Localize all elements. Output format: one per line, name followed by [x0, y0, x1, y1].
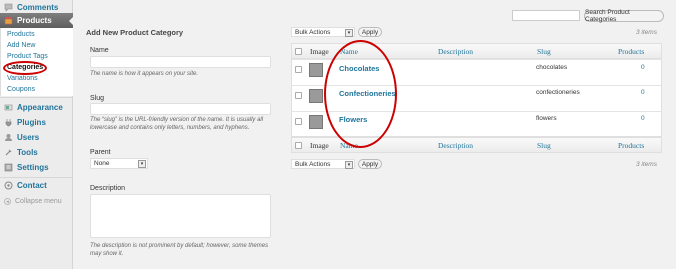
collapse-menu[interactable]: ◂ Collapse menu	[4, 198, 62, 205]
footer-column-slug[interactable]: Slug	[537, 141, 551, 150]
column-slug[interactable]: Slug	[537, 47, 551, 56]
category-thumbnail	[309, 115, 323, 129]
name-input[interactable]	[90, 56, 271, 68]
row-checkbox[interactable]	[295, 92, 302, 99]
appearance-icon	[4, 103, 13, 112]
menu-appearance-label: Appearance	[17, 103, 63, 112]
menu-tools[interactable]: Tools	[0, 145, 73, 160]
parent-select-value: None	[94, 160, 110, 167]
column-products[interactable]: Products	[618, 47, 644, 56]
search-categories-button[interactable]: Search Product Categories	[584, 9, 664, 23]
slug-label: Slug	[90, 95, 105, 102]
annotation-circle-names	[324, 40, 397, 148]
category-slug: chocolates	[536, 64, 568, 71]
category-thumbnail	[309, 63, 323, 77]
select-all-checkbox[interactable]	[295, 48, 302, 55]
menu-contact[interactable]: Contact	[0, 178, 73, 193]
bulk-actions-value-top: Bulk Actions	[295, 28, 331, 36]
select-all-checkbox-footer[interactable]	[295, 142, 302, 149]
bulk-actions-select-top[interactable]: Bulk Actions ▾	[291, 27, 355, 37]
submenu-variations[interactable]: Variations	[7, 75, 38, 82]
apply-button-top[interactable]: Apply	[358, 27, 382, 37]
chevron-down-icon: ▾	[345, 161, 353, 169]
comments-icon	[4, 3, 13, 12]
menu-settings-label: Settings	[17, 163, 49, 172]
description-label: Description	[90, 185, 126, 192]
menu-users[interactable]: Users	[0, 130, 73, 145]
category-thumbnail	[309, 89, 323, 103]
search-input[interactable]	[512, 10, 580, 21]
name-label: Name	[90, 47, 109, 54]
menu-users-label: Users	[17, 133, 40, 142]
collapse-arrow-icon: ◂	[4, 198, 11, 205]
chevron-down-icon: ▾	[345, 29, 353, 37]
category-slug: confectioneries	[536, 89, 580, 96]
plugins-icon	[4, 118, 13, 127]
add-category-heading: Add New Product Category	[86, 28, 184, 37]
users-icon	[4, 133, 13, 142]
menu-tools-label: Tools	[17, 148, 38, 157]
category-count[interactable]: 0	[641, 64, 645, 71]
description-help: The description is not prominent by defa…	[90, 243, 269, 257]
column-description[interactable]: Description	[438, 47, 473, 56]
annotation-circle-categories	[3, 61, 47, 75]
menu-products-label: Products	[17, 16, 52, 25]
bulk-actions-value-bottom: Bulk Actions	[295, 160, 331, 168]
slug-description: The “slug” is the URL-friendly version o…	[90, 117, 264, 131]
items-count-top: 3 items	[636, 29, 657, 36]
name-description: The name is how it appears on your site.	[90, 71, 199, 77]
footer-column-description[interactable]: Description	[438, 141, 473, 150]
menu-plugins[interactable]: Plugins	[0, 115, 73, 130]
contact-icon	[4, 181, 13, 190]
submenu-add-new[interactable]: Add New	[7, 42, 35, 49]
apply-button-bottom[interactable]: Apply	[358, 159, 382, 169]
chevron-down-icon: ▾	[138, 160, 146, 168]
items-count-bottom: 3 items	[636, 161, 657, 168]
bulk-actions-select-bottom[interactable]: Bulk Actions ▾	[291, 159, 355, 169]
menu-comments-label: Comments	[17, 3, 59, 12]
footer-column-image: Image	[310, 141, 329, 150]
category-slug: flowers	[536, 115, 557, 122]
category-count[interactable]: 0	[641, 115, 645, 122]
description-textarea[interactable]	[90, 194, 271, 238]
row-checkbox[interactable]	[295, 118, 302, 125]
menu-plugins-label: Plugins	[17, 118, 46, 127]
submenu-coupons[interactable]: Coupons	[7, 86, 35, 93]
footer-column-products[interactable]: Products	[618, 141, 644, 150]
menu-settings[interactable]: Settings	[0, 160, 73, 175]
submenu-product-tags[interactable]: Product Tags	[7, 53, 48, 60]
menu-separator	[0, 97, 73, 98]
column-image: Image	[310, 47, 329, 56]
menu-products[interactable]: Products	[0, 13, 74, 28]
parent-select[interactable]: None ▾	[90, 158, 148, 169]
tools-icon	[4, 148, 13, 157]
parent-label: Parent	[90, 149, 111, 156]
current-menu-arrow	[69, 16, 74, 26]
collapse-menu-label: Collapse menu	[15, 198, 62, 205]
slug-input[interactable]	[90, 103, 271, 115]
menu-contact-label: Contact	[17, 181, 47, 190]
products-icon	[4, 16, 13, 25]
category-count[interactable]: 0	[641, 89, 645, 96]
submenu-products[interactable]: Products	[7, 31, 35, 38]
menu-appearance[interactable]: Appearance	[0, 100, 73, 115]
settings-icon	[4, 163, 13, 172]
row-checkbox[interactable]	[295, 66, 302, 73]
admin-sidebar: Comments Products Products Add New Produ…	[0, 0, 74, 269]
